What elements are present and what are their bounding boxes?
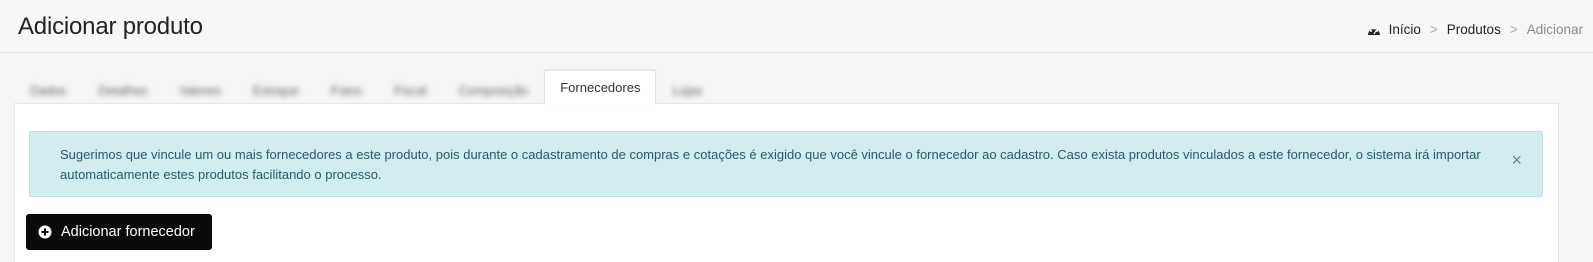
- tab-valores[interactable]: Valores: [163, 70, 236, 111]
- tab-composicao[interactable]: Composição: [443, 70, 544, 111]
- dashboard-icon: [1367, 24, 1381, 36]
- breadcrumb-products[interactable]: Produtos: [1447, 22, 1501, 37]
- tab-fornecedores[interactable]: Fornecedores: [544, 70, 657, 104]
- tab-lojas[interactable]: Lojas: [656, 70, 718, 111]
- breadcrumb-home[interactable]: Início: [1389, 22, 1421, 37]
- product-tabs: Dados Detalhes Valores Estoque Fotos Fis…: [14, 70, 718, 111]
- tab-detalhes[interactable]: Detalhes: [82, 70, 163, 111]
- add-supplier-label: Adicionar fornecedor: [61, 224, 195, 240]
- tab-fiscal[interactable]: Fiscal: [378, 70, 443, 111]
- breadcrumb-separator: >: [1429, 22, 1438, 37]
- page-header: Adicionar produto Início > Produtos > Ad…: [0, 0, 1593, 53]
- tab-fotos[interactable]: Fotos: [315, 70, 378, 111]
- tab-estoque[interactable]: Estoque: [237, 70, 315, 111]
- page-title: Adicionar produto: [18, 13, 203, 40]
- add-supplier-button[interactable]: Adicionar fornecedor: [26, 214, 212, 250]
- breadcrumb: Início > Produtos > Adicionar: [1367, 22, 1583, 37]
- breadcrumb-current: Adicionar: [1526, 22, 1583, 37]
- plus-circle-icon: [38, 225, 52, 239]
- close-icon[interactable]: ×: [1511, 150, 1522, 170]
- tab-panel: Sugerimos que vincule um ou mais fornece…: [14, 103, 1559, 262]
- tab-dados[interactable]: Dados: [14, 70, 82, 111]
- info-alert: Sugerimos que vincule um ou mais fornece…: [29, 131, 1543, 197]
- alert-message: Sugerimos que vincule um ou mais fornece…: [60, 147, 1481, 182]
- breadcrumb-separator: >: [1509, 22, 1518, 37]
